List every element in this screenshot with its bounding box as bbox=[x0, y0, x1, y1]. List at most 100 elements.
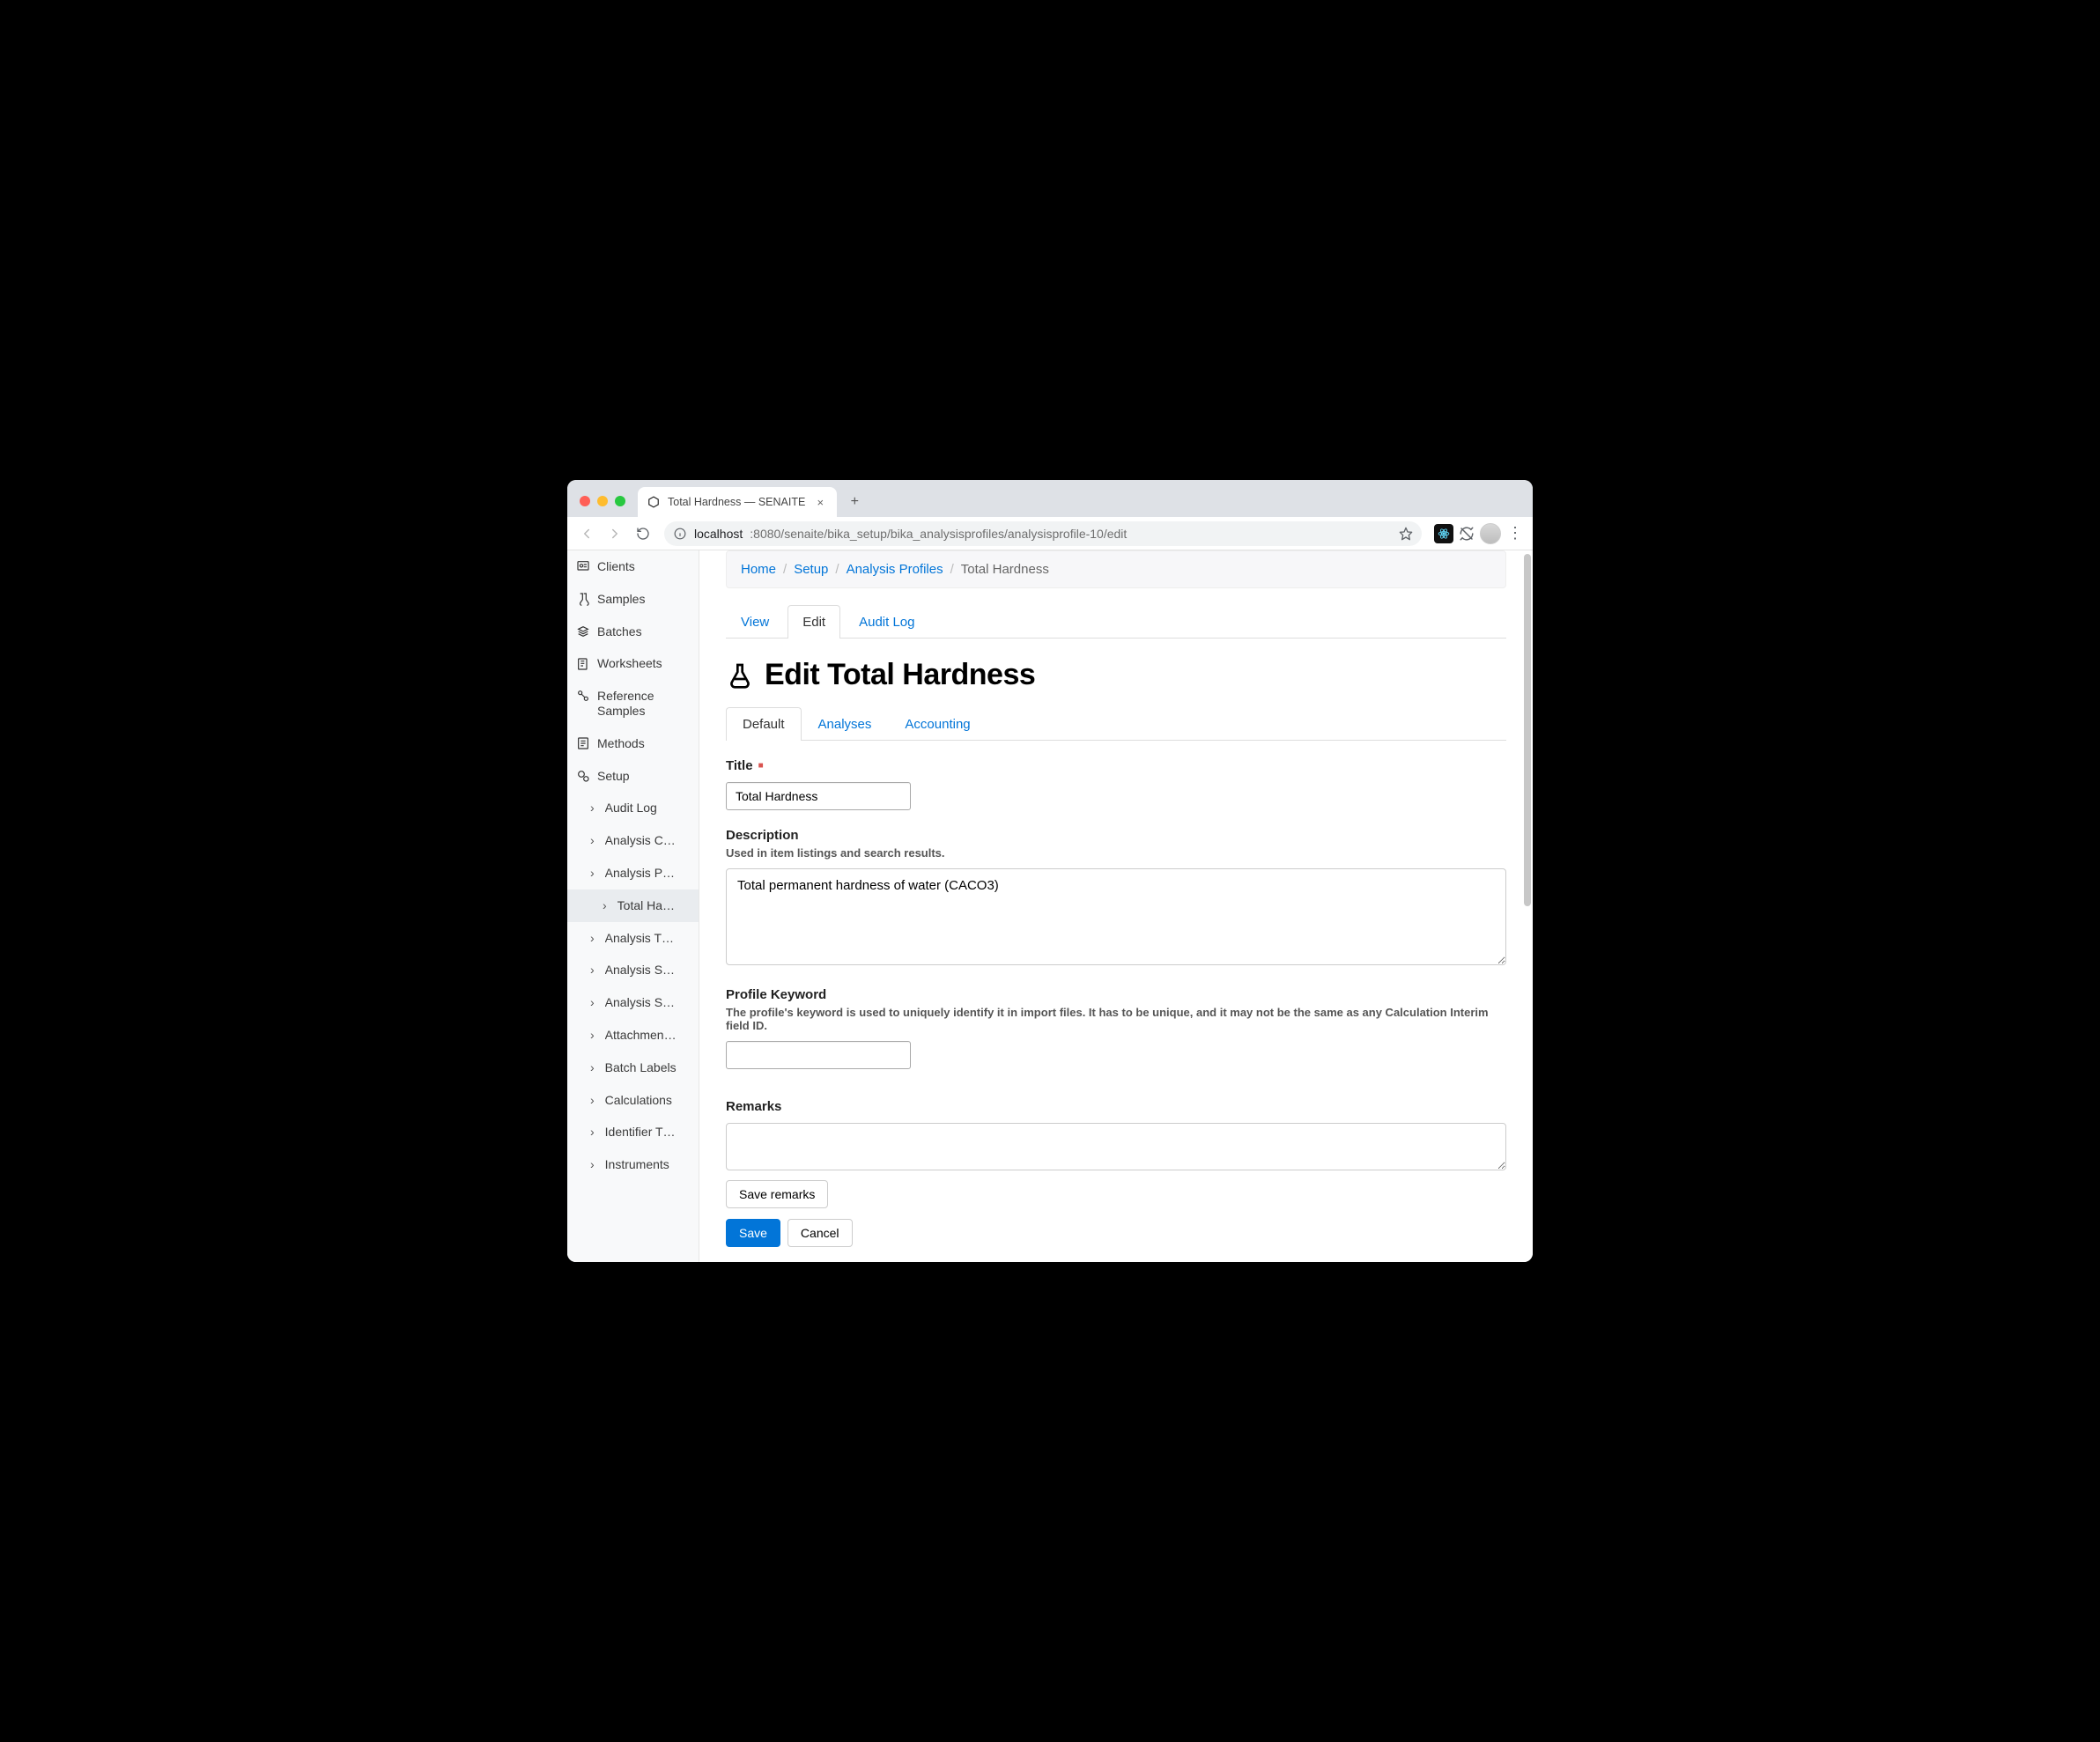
chevron-right-icon: › bbox=[590, 801, 595, 816]
back-button[interactable] bbox=[574, 521, 599, 546]
sidebar-item-label: Methods bbox=[597, 736, 645, 751]
sidebar-subitem-analysis-templates[interactable]: ›Analysis T… bbox=[567, 922, 699, 955]
sidebar-subitem-total-hardness[interactable]: › Total Ha… bbox=[567, 889, 699, 922]
reference-samples-icon bbox=[576, 689, 590, 703]
chevron-right-icon: › bbox=[590, 866, 595, 881]
sidebar-item-label: Instruments bbox=[605, 1157, 669, 1172]
subtab-accounting[interactable]: Accounting bbox=[888, 707, 987, 741]
chevron-right-icon: › bbox=[590, 1060, 595, 1075]
setup-icon bbox=[576, 769, 590, 783]
reload-button[interactable] bbox=[631, 521, 655, 546]
browser-menu-button[interactable]: ⋮ bbox=[1505, 524, 1526, 543]
worksheets-icon bbox=[576, 657, 590, 671]
breadcrumb-separator: / bbox=[783, 562, 787, 577]
content-scroll[interactable]: Home / Setup / Analysis Profiles / Total… bbox=[699, 550, 1533, 1262]
browser-tab[interactable]: Total Hardness — SENAITE × bbox=[638, 487, 837, 517]
breadcrumb: Home / Setup / Analysis Profiles / Total… bbox=[726, 550, 1506, 588]
sidebar-subitem-identifier-types[interactable]: ›Identifier T… bbox=[567, 1116, 699, 1148]
address-bar[interactable]: localhost :8080/senaite/bika_setup/bika_a… bbox=[664, 521, 1422, 546]
tab-view[interactable]: View bbox=[726, 605, 784, 638]
save-remarks-button[interactable]: Save remarks bbox=[726, 1180, 828, 1208]
sidebar-subitem-attachment-types[interactable]: › Attachmen… bbox=[567, 1019, 699, 1052]
flask-icon bbox=[726, 661, 754, 690]
page-title-text: Edit Total Hardness bbox=[765, 658, 1035, 692]
sidebar-item-label: Audit Log bbox=[605, 801, 657, 816]
sidebar-item-label: Analysis P… bbox=[605, 866, 675, 881]
samples-icon bbox=[576, 592, 590, 606]
sidebar-subitem-calculations[interactable]: › Calculations bbox=[567, 1084, 699, 1117]
chevron-right-icon: › bbox=[590, 995, 595, 1010]
tab-edit[interactable]: Edit bbox=[788, 605, 840, 638]
sidebar-subitem-analysis-categories[interactable]: › Analysis C… bbox=[567, 824, 699, 857]
chevron-right-icon: › bbox=[590, 833, 595, 848]
subtab-default[interactable]: Default bbox=[726, 707, 802, 741]
sidebar-item-label: Worksheets bbox=[597, 656, 662, 671]
extension-sync-icon[interactable] bbox=[1457, 524, 1476, 543]
batches-icon bbox=[576, 624, 590, 638]
chevron-right-icon: › bbox=[590, 1157, 595, 1172]
sidebar-item-label: Batch Labels bbox=[605, 1060, 677, 1075]
description-textarea[interactable] bbox=[726, 868, 1506, 965]
profile-avatar[interactable] bbox=[1480, 523, 1501, 544]
field-remarks: Remarks Save remarks bbox=[726, 1099, 1506, 1208]
url-host: localhost bbox=[694, 527, 743, 541]
breadcrumb-home[interactable]: Home bbox=[741, 562, 776, 577]
chevron-right-icon: › bbox=[590, 1125, 595, 1140]
chevron-right-icon: › bbox=[590, 931, 595, 946]
sidebar-item-reference-samples[interactable]: Reference Samples bbox=[567, 680, 699, 727]
sidebar-item-samples[interactable]: Samples bbox=[567, 583, 699, 616]
vertical-scrollbar[interactable] bbox=[1524, 554, 1531, 906]
tab-audit-log[interactable]: Audit Log bbox=[844, 605, 929, 638]
chevron-right-icon: › bbox=[590, 1028, 595, 1043]
sidebar-item-methods[interactable]: Methods bbox=[567, 727, 699, 760]
tab-close-button[interactable]: × bbox=[812, 496, 828, 509]
sidebar-item-batches[interactable]: Batches bbox=[567, 616, 699, 648]
object-tabs: View Edit Audit Log bbox=[726, 604, 1506, 638]
window-close-button[interactable] bbox=[580, 496, 590, 506]
required-indicator: ■ bbox=[758, 761, 764, 771]
field-profile-keyword: Profile Keyword The profile's keyword is… bbox=[726, 987, 1506, 1069]
sidebar-item-worksheets[interactable]: Worksheets bbox=[567, 647, 699, 680]
chevron-right-icon: › bbox=[603, 898, 607, 913]
field-title: Title ■ bbox=[726, 758, 1506, 810]
url-path: :8080/senaite/bika_setup/bika_analysispr… bbox=[750, 527, 1127, 541]
breadcrumb-setup[interactable]: Setup bbox=[794, 562, 828, 577]
sidebar-subitem-instruments[interactable]: › Instruments bbox=[567, 1148, 699, 1181]
chevron-right-icon: › bbox=[590, 963, 595, 978]
breadcrumb-current: Total Hardness bbox=[961, 562, 1049, 577]
cancel-button[interactable]: Cancel bbox=[788, 1219, 853, 1247]
subtab-analyses[interactable]: Analyses bbox=[802, 707, 889, 741]
sidebar-subitem-audit-log[interactable]: › Audit Log bbox=[567, 792, 699, 824]
sidebar-item-label: Attachmen… bbox=[605, 1028, 677, 1043]
chevron-right-icon: › bbox=[590, 1093, 595, 1108]
field-label-text: Profile Keyword bbox=[726, 987, 826, 1002]
extension-react-icon[interactable] bbox=[1434, 524, 1453, 543]
sidebar-subitem-analysis-profiles[interactable]: › Analysis P… bbox=[567, 857, 699, 889]
site-info-icon[interactable] bbox=[673, 527, 687, 541]
sidebar-subitem-analysis-specs[interactable]: ›Analysis S… bbox=[567, 986, 699, 1019]
sidebar-item-label: Total Ha… bbox=[617, 898, 675, 913]
methods-icon bbox=[576, 736, 590, 750]
sidebar-item-clients[interactable]: Clients bbox=[567, 550, 699, 583]
sidebar-item-label: Analysis S… bbox=[605, 963, 675, 978]
forward-button[interactable] bbox=[603, 521, 627, 546]
sidebar-item-label: Calculations bbox=[605, 1093, 672, 1108]
sidebar-item-setup[interactable]: Setup bbox=[567, 760, 699, 793]
window-minimize-button[interactable] bbox=[597, 496, 608, 506]
app-body: Clients Samples Batches Worksheets Refer… bbox=[567, 550, 1533, 1262]
breadcrumb-separator: / bbox=[835, 562, 839, 577]
title-input[interactable] bbox=[726, 782, 911, 810]
new-tab-button[interactable]: + bbox=[842, 490, 867, 514]
breadcrumb-analysis-profiles[interactable]: Analysis Profiles bbox=[847, 562, 943, 577]
sidebar-subitem-analysis-services[interactable]: › Analysis S… bbox=[567, 954, 699, 986]
tab-strip: Total Hardness — SENAITE × + bbox=[567, 480, 1533, 517]
window-zoom-button[interactable] bbox=[615, 496, 625, 506]
sidebar-subitem-batch-labels[interactable]: › Batch Labels bbox=[567, 1052, 699, 1084]
bookmark-star-icon[interactable] bbox=[1399, 527, 1413, 541]
remarks-textarea[interactable] bbox=[726, 1123, 1506, 1170]
save-button[interactable]: Save bbox=[726, 1219, 780, 1247]
field-label-text: Description bbox=[726, 828, 799, 843]
profile-keyword-input[interactable] bbox=[726, 1041, 911, 1069]
browser-toolbar: localhost :8080/senaite/bika_setup/bika_a… bbox=[567, 517, 1533, 550]
sidebar-item-label: Analysis C… bbox=[605, 833, 676, 848]
